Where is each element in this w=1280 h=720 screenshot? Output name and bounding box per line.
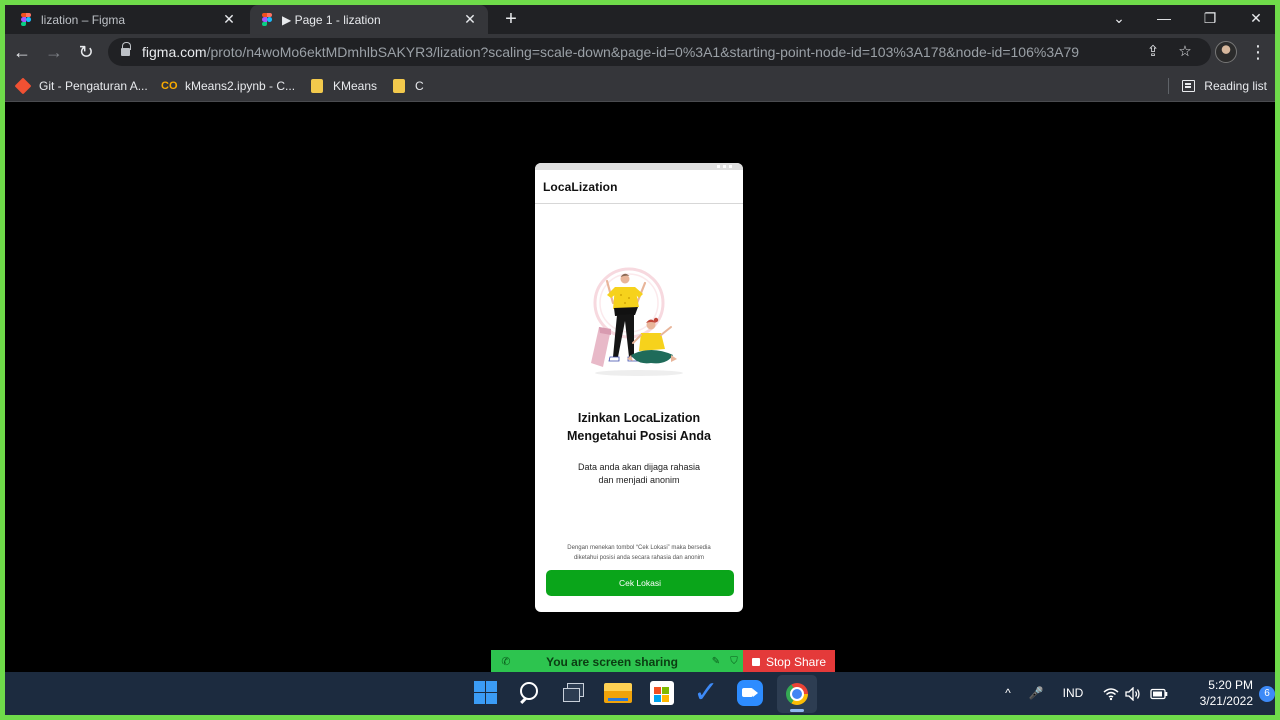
reading-list-icon <box>1182 80 1196 92</box>
app-title: LocaLization <box>543 179 618 194</box>
battery-icon[interactable] <box>1148 672 1170 715</box>
colab-icon: CO <box>161 80 178 92</box>
divider <box>1168 78 1169 94</box>
location-permission-illustration <box>591 267 683 376</box>
phone-icon: ✆ <box>501 656 511 668</box>
reload-button[interactable]: ↻ <box>73 39 99 65</box>
lock-icon[interactable] <box>121 42 131 57</box>
wifi-icon[interactable] <box>1101 672 1121 715</box>
show-hidden-icons-chevron[interactable]: ^ <box>997 672 1019 715</box>
bookmark-kmeans-notebook[interactable]: CO kMeans2.ipynb - C... <box>161 76 295 96</box>
consent-fine-print: Dengan menekan tombol “Cek Lokasi” maka … <box>567 545 711 561</box>
search-icon[interactable] <box>516 679 544 707</box>
input-language[interactable]: IND <box>1057 672 1089 715</box>
close-tab-icon[interactable]: ✕ <box>221 11 237 28</box>
tab-prototype[interactable]: ▶ Page 1 - lization ✕ <box>250 5 488 34</box>
git-icon <box>14 77 32 95</box>
profile-avatar[interactable] <box>1215 41 1237 63</box>
restore-button[interactable]: ❐ <box>1188 5 1232 34</box>
screen: lization – Figma ✕ ▶ Page 1 - lization ✕… <box>5 5 1275 715</box>
task-view-icon[interactable] <box>560 679 588 707</box>
todo-icon[interactable]: ✓ <box>692 678 720 708</box>
bookmark-star-icon[interactable]: ☆ <box>1175 42 1195 62</box>
permission-headline: Izinkan LocaLization Mengetahui Posisi A… <box>566 411 711 443</box>
address-bar[interactable]: figma.com/proto/n4woMo6ektMDmhlbSAKYR3/l… <box>108 38 1211 66</box>
tab-search-icon[interactable]: ⌄ <box>1097 5 1141 34</box>
stop-icon <box>751 657 760 666</box>
shield-icon[interactable]: ⛉ <box>725 656 743 667</box>
folder-icon <box>393 79 405 93</box>
app-bar: LocaLization <box>535 170 743 204</box>
tab-strip: lization – Figma ✕ ▶ Page 1 - lization ✕… <box>5 5 1275 34</box>
prototype-phone-frame: LocaLization Izinkan LocaLization Menget… <box>535 163 743 612</box>
stop-share-button[interactable]: Stop Share <box>743 650 835 673</box>
figma-icon <box>21 12 31 27</box>
tab-title: ▶ Page 1 - lization <box>282 12 381 27</box>
close-tab-icon[interactable]: ✕ <box>462 11 478 28</box>
volume-icon[interactable] <box>1123 672 1143 715</box>
chrome-icon[interactable] <box>786 683 808 705</box>
tab-title: lization – Figma <box>41 12 126 27</box>
clock-time: 5:20 PM <box>1208 678 1253 692</box>
reading-list-button[interactable]: Reading list <box>1182 76 1267 96</box>
system-clock[interactable]: 5:20 PM 3/21/2022 <box>1173 677 1253 709</box>
zoom-icon[interactable] <box>737 680 763 706</box>
bookmarks-bar: Git - Pengaturan A... CO kMeans2.ipynb -… <box>5 70 1275 102</box>
browser-toolbar: ← → ↻ figma.com/proto/n4woMo6ektMDmhlbSA… <box>5 34 1275 70</box>
new-tab-button[interactable]: + <box>500 8 522 30</box>
tab-figma-file[interactable]: lization – Figma ✕ <box>9 5 247 34</box>
windows-taskbar: ✓ ^ 🎤 IND 5:20 PM 3/21/2022 6 <box>5 672 1275 715</box>
forward-button[interactable]: → <box>41 39 67 65</box>
phone-status-bar <box>535 163 743 170</box>
microsoft-store-icon[interactable] <box>650 681 674 705</box>
share-icon[interactable]: ⇪ <box>1143 42 1163 62</box>
bookmark-c[interactable]: C <box>391 76 424 96</box>
microphone-icon[interactable]: 🎤 <box>1025 672 1047 715</box>
cek-lokasi-button[interactable]: Cek Lokasi <box>546 570 734 596</box>
bookmark-git[interactable]: Git - Pengaturan A... <box>14 76 148 96</box>
clock-date: 3/21/2022 <box>1199 694 1253 708</box>
browser-menu-icon[interactable]: ⋮ <box>1248 39 1268 65</box>
figma-icon <box>262 12 272 27</box>
start-icon[interactable] <box>472 679 500 707</box>
url-text: figma.com/proto/n4woMo6ektMDmhlbSAKYR3/l… <box>142 44 1080 60</box>
file-explorer-icon[interactable] <box>604 683 632 703</box>
close-window-button[interactable]: ✕ <box>1234 5 1275 34</box>
privacy-subtext: Data anda akan dijaga rahasia dan menjad… <box>577 462 701 485</box>
screen-sharing-bar[interactable]: ✆ You are screen sharing ✎ ⛉ <box>491 650 743 673</box>
bookmark-kmeans[interactable]: KMeans <box>309 76 377 96</box>
folder-icon <box>311 79 323 93</box>
mute-icon[interactable]: ✎ <box>707 656 725 667</box>
notification-badge[interactable]: 6 <box>1259 686 1275 702</box>
minimize-button[interactable]: — <box>1142 5 1186 34</box>
back-button[interactable]: ← <box>9 39 35 65</box>
screen-sharing-status: You are screen sharing <box>546 654 678 669</box>
